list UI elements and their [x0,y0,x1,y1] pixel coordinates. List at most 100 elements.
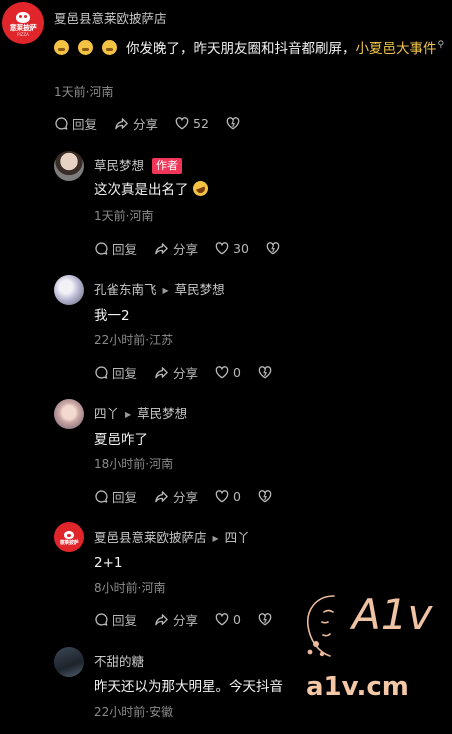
share-button[interactable]: 分享 [153,487,198,506]
comment-author[interactable]: 孔雀东南飞 ▶ 草民梦想 [94,279,225,298]
comment-meta: 22小时前·安徽 [94,705,174,719]
reply-label: 回复 [112,490,138,505]
avatar[interactable]: 意莱披萨 [54,522,84,552]
like-count: 0 [233,489,241,504]
comment-actions: 回复 分享 0 [94,363,276,382]
author-name[interactable]: 不甜的糖 [94,654,144,669]
comment-author[interactable]: 四丫 ▶ 草民梦想 [94,403,187,422]
reply-to-name[interactable]: 四丫 [225,530,250,545]
like-button[interactable]: 52 [174,116,209,131]
reply-arrow-icon: ▶ [125,410,132,419]
reply-button[interactable]: 回复 [54,114,97,133]
comment-actions: 回复 分享 0 [94,610,276,629]
share-button[interactable]: 分享 [113,114,158,133]
share-button[interactable]: 分享 [153,610,198,629]
emoji-icon [102,40,117,55]
comment-text-body: 这次真是出名了 [94,182,189,198]
dislike-button[interactable] [225,116,244,131]
broken-heart-icon [257,612,273,627]
hashtag-link[interactable]: 小夏邑大事件 [356,41,437,57]
avatar-brand-text: 意莱披萨 [59,539,79,546]
comment-icon [94,612,109,627]
comment-author[interactable]: 草民梦想 作者 [94,155,183,174]
share-label: 分享 [173,366,199,381]
comment-actions: 回复 分享 30 [94,239,284,258]
share-label: 分享 [133,117,159,132]
share-label: 分享 [173,613,199,628]
like-button[interactable]: 0 [214,612,241,627]
dislike-button[interactable] [265,241,284,256]
author-name[interactable]: 夏邑县意莱欧披萨店 [94,530,207,545]
reply-button[interactable]: 回复 [94,239,137,258]
like-button[interactable]: 0 [214,489,241,504]
comment-icon [94,241,109,256]
broken-heart-icon [225,116,241,131]
comment-meta: 1天前·河南 [54,85,114,99]
share-label: 分享 [173,490,199,505]
share-icon [153,365,170,380]
search-icon[interactable]: ⚲ [438,40,445,50]
heart-icon [214,241,230,256]
like-button[interactable]: 0 [214,365,241,380]
share-icon [113,116,130,131]
avatar[interactable] [54,151,84,181]
avatar[interactable]: 意莱披萨 PIZZA [2,2,44,44]
emoji-icon [54,40,69,55]
reply-to-name[interactable]: 草民梦想 [137,406,187,421]
heart-icon [174,116,190,131]
laughing-emoji-icon [190,178,210,199]
comment-text: 2+1 [94,555,123,571]
author-badge: 作者 [152,158,183,174]
author-name[interactable]: 四丫 [94,406,119,421]
comment-actions: 回复 分享 52 [54,114,244,133]
panda-icon [64,530,74,539]
avatar-brand-sub: PIZZA [17,31,29,37]
comment-meta: 18小时前·河南 [94,457,174,471]
share-button[interactable]: 分享 [153,363,198,382]
watermark-face-icon [307,595,335,657]
share-icon [153,241,170,256]
broken-heart-icon [257,365,273,380]
author-name[interactable]: 孔雀东南飞 [94,282,157,297]
author-name[interactable]: 夏邑县意莱欧披萨店 [54,11,167,26]
comment-icon [94,489,109,504]
like-count: 52 [193,116,209,131]
comment-icon [54,116,69,131]
comment-author[interactable]: 夏邑县意莱欧披萨店 [54,8,167,27]
dislike-button[interactable] [257,612,276,627]
avatar[interactable] [54,275,84,305]
dislike-button[interactable] [257,489,276,504]
comment-meta: 8小时前·河南 [94,581,166,595]
avatar[interactable] [54,647,84,677]
comment-text: 这次真是出名了 [94,178,210,200]
comment-text: 夏邑咋了 [94,432,148,448]
reply-button[interactable]: 回复 [94,487,137,506]
like-button[interactable]: 30 [214,241,249,256]
reply-label: 回复 [112,242,138,257]
broken-heart-icon [265,241,281,256]
comment-text: 你发晚了，昨天朋友圈和抖音都刷屏，小夏邑大事件⚲ [54,35,446,59]
share-icon [153,489,170,504]
comment-author[interactable]: 不甜的糖 [94,651,144,670]
watermark-url: a1v.cm [306,672,409,702]
emoji-icon [78,40,93,55]
comment-icon [94,365,109,380]
share-icon [153,612,170,627]
dislike-button[interactable] [257,365,276,380]
heart-icon [214,612,230,627]
reply-button[interactable]: 回复 [94,363,137,382]
avatar[interactable] [54,399,84,429]
share-label: 分享 [173,242,199,257]
reply-label: 回复 [112,366,138,381]
share-button[interactable]: 分享 [153,239,198,258]
comment-author[interactable]: 夏邑县意莱欧披萨店 ▶ 四丫 [94,527,250,546]
comment-meta: 22小时前·江苏 [94,333,174,347]
reply-arrow-icon: ▶ [162,286,169,295]
author-name[interactable]: 草民梦想 [94,158,144,173]
reply-to-name[interactable]: 草民梦想 [175,282,225,297]
like-count: 30 [233,241,249,256]
heart-icon [214,489,230,504]
reply-button[interactable]: 回复 [94,610,137,629]
watermark-logo: A1v [352,590,433,639]
broken-heart-icon [257,489,273,504]
